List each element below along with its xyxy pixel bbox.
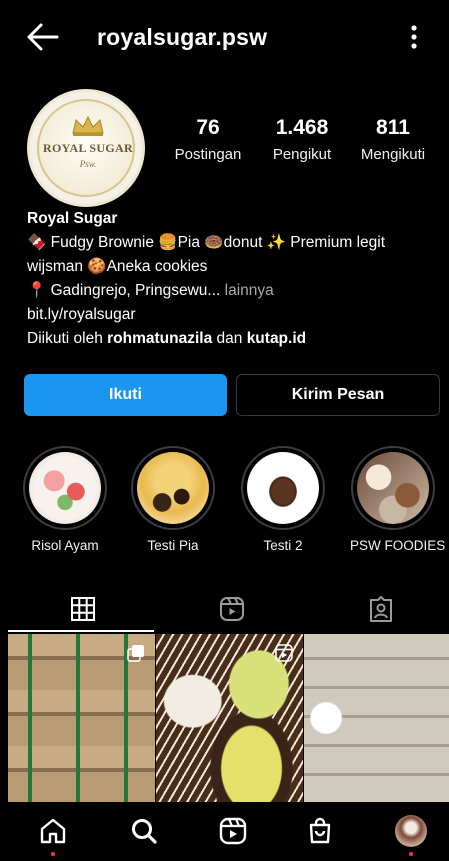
follow-button[interactable]: Ikuti	[24, 374, 227, 416]
tab-grid[interactable]	[8, 586, 157, 632]
profile-tabs	[0, 586, 449, 632]
post-thumbnail[interactable]	[156, 634, 303, 802]
reels-icon	[275, 644, 293, 662]
home-icon	[40, 818, 66, 844]
bio-line-3: 📍 Gadingrejo, Pringsewu... lainnya	[27, 279, 437, 303]
post-thumbnail[interactable]	[8, 634, 155, 802]
stat-followers-label: Pengikut	[272, 146, 332, 163]
profile-bio: Royal Sugar 🍫 Fudgy Brownie 🍔Pia 🍩donut …	[27, 207, 437, 351]
highlight-testi-2[interactable]: Testi 2	[240, 446, 326, 553]
tab-reels[interactable]	[157, 586, 306, 632]
highlight-psw-foodies[interactable]: PSW FOODIES	[350, 446, 446, 553]
highlight-label: Testi Pia	[147, 538, 199, 553]
followed-by: Diikuti oleh rohmatunazila dan kutap.id	[27, 327, 437, 351]
bio-website-link[interactable]: bit.ly/royalsugar	[27, 303, 437, 327]
profile-avatar[interactable]: ROYAL SUGAR Psw.	[27, 89, 145, 207]
stat-followers-value: 1.468	[275, 116, 329, 139]
bio-line-2: wijsman 🍪Aneka cookies	[27, 258, 208, 275]
stat-followers[interactable]: 1.468 Pengikut	[264, 116, 340, 163]
more-vertical-icon[interactable]	[404, 22, 424, 52]
nav-home[interactable]	[36, 814, 70, 848]
profile-username: royalsugar.psw	[97, 24, 268, 50]
reels-icon	[219, 817, 247, 845]
stat-following-label: Mengikuti	[360, 146, 426, 163]
reels-icon	[219, 597, 244, 621]
highlight-ring	[23, 446, 107, 530]
nav-shop[interactable]	[303, 814, 337, 848]
nav-profile[interactable]	[394, 814, 428, 848]
profile-avatar	[395, 815, 427, 847]
highlight-testi-pia[interactable]: Testi Pia	[130, 446, 216, 553]
avatar-logo: ROYAL SUGAR Psw.	[37, 99, 135, 197]
stat-posts-value: 76	[196, 116, 220, 139]
stat-following[interactable]: 811 Mengikuti	[352, 116, 434, 163]
bio-location: 📍 Gadingrejo, Pringsewu...	[27, 282, 221, 299]
tagged-icon	[369, 596, 392, 622]
followed-by-mid: dan	[212, 330, 247, 347]
stat-posts-label: Postingan	[174, 146, 242, 163]
avatar-brand-text: ROYAL SUGAR	[43, 141, 133, 155]
highlight-label: Risol Ayam	[31, 538, 99, 553]
back-arrow-icon[interactable]	[26, 22, 60, 52]
followed-by-prefix: Diikuti oleh	[27, 330, 108, 347]
shop-icon	[309, 817, 331, 844]
highlight-cover	[247, 452, 319, 524]
followed-by-user-2[interactable]: kutap.id	[247, 330, 306, 347]
nav-reels[interactable]	[216, 814, 250, 848]
avatar-brand-sub: Psw.	[79, 159, 97, 169]
highlight-label: Testi 2	[263, 538, 303, 553]
profile-notification-dot	[409, 852, 413, 856]
post-grid	[8, 634, 449, 802]
post-thumbnail[interactable]	[304, 634, 449, 802]
followed-by-user-1[interactable]: rohmatunazila	[107, 330, 212, 347]
highlight-cover	[357, 452, 429, 524]
stat-posts[interactable]: 76 Postingan	[166, 116, 250, 163]
nav-search[interactable]	[127, 814, 161, 848]
stat-following-value: 811	[376, 116, 410, 139]
multiple-photos-icon	[127, 645, 144, 662]
display-name: Royal Sugar	[27, 210, 118, 227]
top-bar: royalsugar.psw	[0, 0, 449, 76]
bottom-navigation	[0, 802, 449, 861]
tab-tagged[interactable]	[306, 586, 449, 632]
highlight-cover	[137, 452, 209, 524]
highlight-ring	[351, 446, 435, 530]
grid-icon	[70, 597, 95, 621]
bio-line-1: 🍫 Fudgy Brownie 🍔Pia 🍩donut ✨ Premium le…	[27, 234, 386, 251]
highlight-cover	[29, 452, 101, 524]
search-icon	[132, 819, 157, 844]
post-image	[304, 634, 449, 802]
active-tab-indicator	[8, 630, 154, 632]
crown-icon	[72, 115, 104, 136]
message-button[interactable]: Kirim Pesan	[236, 374, 440, 416]
highlight-label: PSW FOODIES	[350, 538, 446, 553]
home-notification-dot	[51, 852, 55, 856]
highlight-ring	[131, 446, 215, 530]
highlight-risol-ayam[interactable]: Risol Ayam	[22, 446, 108, 553]
bio-more-link[interactable]: lainnya	[220, 282, 274, 299]
highlight-ring	[241, 446, 325, 530]
